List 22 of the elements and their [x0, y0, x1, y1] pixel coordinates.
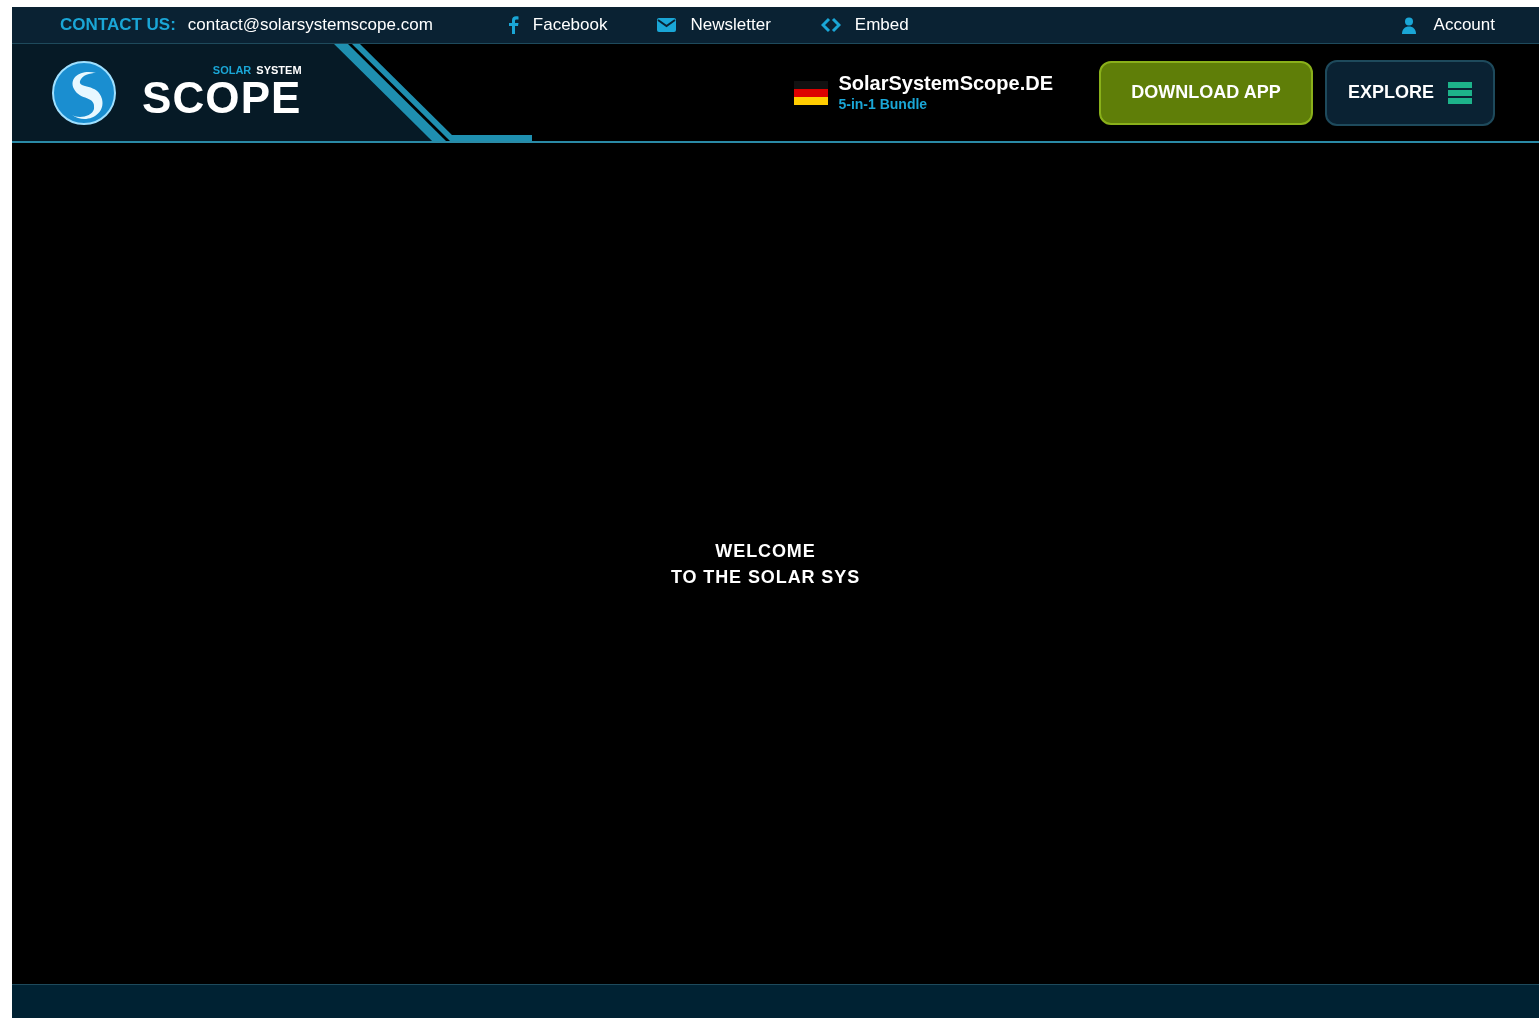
- user-icon: [1401, 16, 1416, 34]
- code-icon: [820, 17, 841, 33]
- envelope-icon: [657, 18, 677, 32]
- download-app-button[interactable]: DOWNLOAD APP: [1099, 60, 1313, 125]
- welcome-text: TO THE SOLAR SYS: [670, 565, 861, 589]
- logo-small-text: SOLAR: [212, 65, 252, 76]
- welcome-text: WELCOME: [715, 539, 816, 563]
- promo-subtitle: 5-in-1 Bundle: [838, 96, 929, 114]
- logo-title: SCOPE: [142, 76, 302, 120]
- contact-email[interactable]: contact@solarsystemscope.com: [187, 12, 433, 38]
- menu-icon: [1448, 81, 1472, 104]
- germany-flag-icon: [794, 80, 829, 105]
- account-link[interactable]: Account: [1433, 12, 1495, 38]
- top-link[interactable]: Newsletter: [690, 12, 771, 38]
- top-link[interactable]: Facebook: [532, 12, 608, 38]
- facebook-icon: [508, 16, 519, 34]
- logo-icon[interactable]: [52, 60, 116, 125]
- logo-small-text: SYSTEM: [256, 65, 302, 76]
- explore-button[interactable]: EXPLORE: [1325, 59, 1495, 126]
- promo-title[interactable]: SolarSystemScope.DE: [838, 71, 1053, 97]
- contact-label: CONTACT US:: [60, 14, 176, 37]
- top-link[interactable]: Embed: [854, 12, 909, 38]
